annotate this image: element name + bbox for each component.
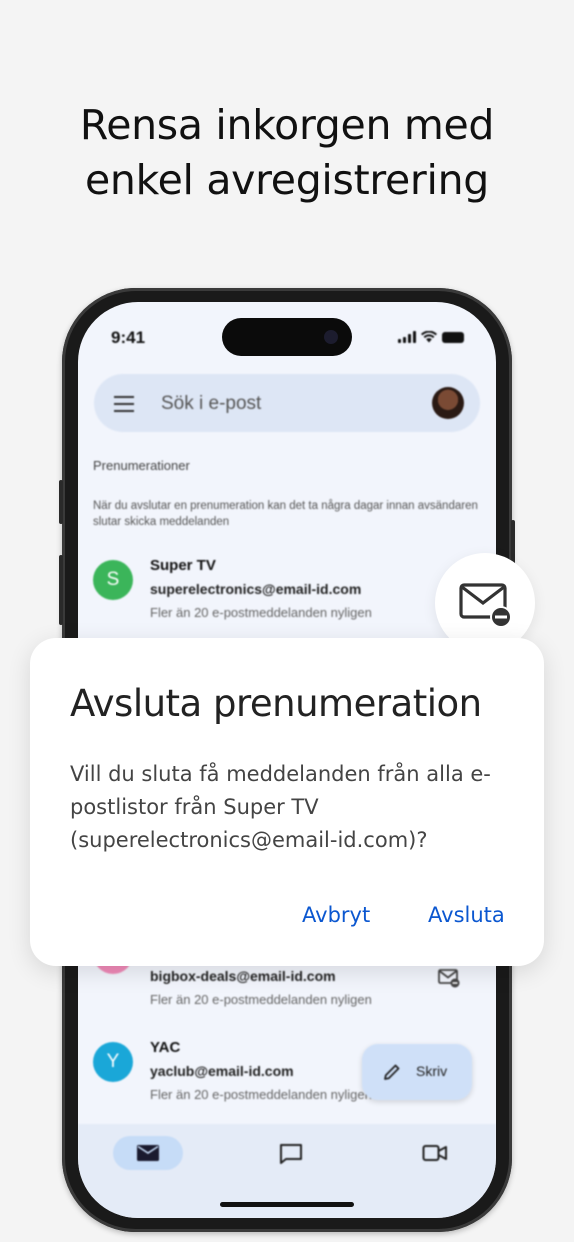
unsubscribe-mail-icon[interactable] <box>438 968 460 988</box>
search-bar[interactable]: Sök i e-post <box>94 374 480 432</box>
sender-meta: Fler än 20 e-postmeddelanden nyligen <box>150 605 372 620</box>
menu-icon[interactable] <box>114 396 134 417</box>
video-icon <box>422 1145 447 1161</box>
section-note: När du avslutar en prenumeration kan det… <box>93 500 478 528</box>
dialog-body: Vill du sluta få meddelanden från alla e… <box>70 762 491 852</box>
camera-lens <box>324 330 338 344</box>
unsubscribe-mail-icon <box>459 583 512 628</box>
status-time: 9:41 <box>111 328 146 347</box>
sender-name: YAC <box>150 1039 181 1056</box>
sender-meta: Fler än 20 e-postmeddelanden nyligen <box>150 992 372 1007</box>
nav-mail[interactable] <box>113 1136 183 1170</box>
phone-side-button <box>59 480 63 524</box>
nav-meet[interactable] <box>399 1136 469 1170</box>
unsubscribe-dialog: Avsluta prenumeration Vill du sluta få m… <box>30 638 544 966</box>
battery-icon <box>442 332 464 343</box>
sender-address: superelectronics@email-id.com <box>150 581 362 597</box>
status-icons <box>398 331 464 343</box>
dynamic-island <box>222 318 352 356</box>
avatar[interactable] <box>432 387 464 419</box>
search-input[interactable]: Sök i e-post <box>161 393 261 415</box>
section-title: Prenumerationer <box>93 458 190 473</box>
sender-avatar: Y <box>93 1042 133 1082</box>
headline: Rensa inkorgen med enkel avregistrering <box>0 98 574 208</box>
phone-volume-button <box>59 555 63 625</box>
cancel-button[interactable]: Avbryt <box>302 903 370 927</box>
unsubscribe-confirm-button[interactable]: Avsluta <box>428 903 505 927</box>
nav-chat[interactable] <box>256 1136 326 1170</box>
pencil-icon <box>384 1064 400 1080</box>
wifi-icon <box>421 331 437 343</box>
chat-icon <box>280 1144 302 1164</box>
mail-icon <box>137 1145 159 1161</box>
sender-meta: Fler än 20 e-postmeddelanden nyligen <box>150 1087 372 1102</box>
list-item[interactable]: S Super TV superelectronics@email-id.com… <box>93 557 483 640</box>
sender-avatar: S <box>93 560 133 600</box>
headline-line-2: enkel avregistrering <box>84 156 489 204</box>
sender-name: Super TV <box>150 557 216 574</box>
compose-button[interactable]: Skriv <box>362 1044 472 1100</box>
sender-address: bigbox-deals@email-id.com <box>150 968 336 984</box>
signal-icon <box>398 331 416 343</box>
compose-label: Skriv <box>416 1063 448 1079</box>
dialog-title: Avsluta prenumeration <box>70 682 482 725</box>
home-indicator[interactable] <box>220 1202 354 1207</box>
headline-line-1: Rensa inkorgen med <box>79 101 495 149</box>
sender-address: yaclub@email-id.com <box>150 1063 294 1079</box>
